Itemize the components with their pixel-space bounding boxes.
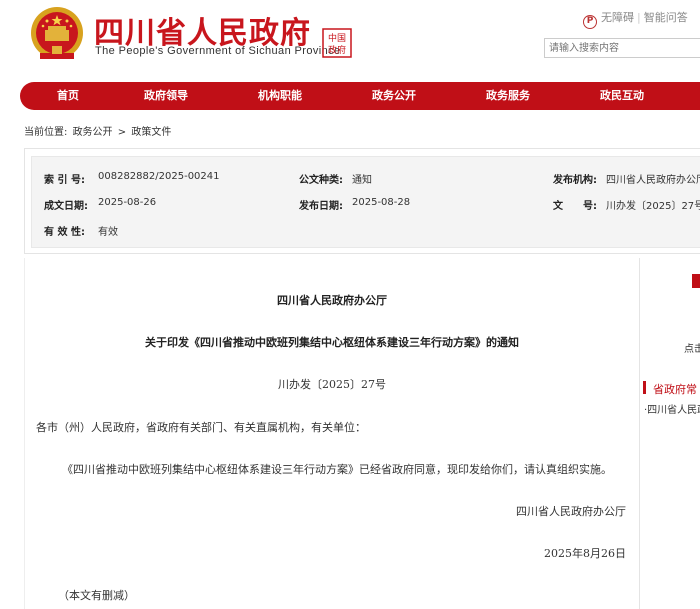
meta-publisher-label: 发布机构: (553, 175, 597, 186)
meta-written-label: 成文日期: (44, 201, 88, 212)
seal-text-top: 中国 (328, 32, 346, 44)
meta-category-value: 通知 (352, 175, 372, 186)
meta-index-label: 索 引 号: (44, 175, 85, 186)
meta-validity-label: 有 效 性: (44, 227, 85, 238)
nav-item-open-affairs[interactable]: 政务公开 (356, 82, 432, 110)
nav-item-home[interactable]: 首页 (42, 82, 94, 110)
main-nav: 首页 政府领导 机构职能 政务公开 政务服务 政民互动 (20, 82, 700, 110)
nav-item-functions[interactable]: 机构职能 (242, 82, 318, 110)
breadcrumb-separator: > (117, 127, 127, 138)
site-subtitle: The People's Government of Sichuan Provi… (95, 45, 341, 57)
link-divider: | (637, 11, 641, 24)
meta-docno-label: 文 号: (553, 201, 597, 212)
smart-qa-link[interactable]: 智能问答 (644, 11, 688, 24)
nav-item-leaders[interactable]: 政府领导 (128, 82, 204, 110)
accessibility-link[interactable]: 无障碍 (601, 11, 634, 24)
meta-publisher-value: 四川省人民政府办公厅 (606, 175, 700, 186)
sidebar-link[interactable]: ·四川省人民政 (644, 401, 700, 416)
top-links: P 无障碍 | 智能问答 (583, 9, 700, 29)
breadcrumb-item-policy-docs[interactable]: 政策文件 (131, 127, 171, 138)
doc-note: （本文有删减） (58, 589, 135, 602)
meta-written-value: 2025-08-26 (98, 197, 157, 208)
meta-index-value: 008282882/2025-00241 (98, 171, 220, 182)
seal-text-bottom: 政府 (328, 44, 346, 56)
meta-published-value: 2025-08-28 (352, 197, 411, 208)
sidebar-red-marker (692, 274, 700, 288)
nav-item-services[interactable]: 政务服务 (470, 82, 546, 110)
nav-item-interaction[interactable]: 政民互动 (584, 82, 660, 110)
breadcrumb-label: 当前位置: (24, 127, 68, 138)
meta-docno-value: 川办发〔2025〕27号 (606, 201, 700, 212)
doc-signature: 四川省人民政府办公厅 (516, 505, 626, 518)
doc-body-paragraph: 《四川省推动中欧班列集结中心枢纽体系建设三年行动方案》已经省政府同意，现印发给你… (62, 463, 612, 476)
seal-logo-icon: 中国 政府 (322, 28, 352, 58)
doc-number: 川办发〔2025〕27号 (278, 378, 386, 391)
doc-date: 2025年8月26日 (544, 547, 626, 560)
doc-title: 关于印发《四川省推动中欧班列集结中心枢纽体系建设三年行动方案》的通知 (145, 336, 519, 349)
sidebar-section-title: 省政府常 (653, 383, 697, 396)
site-header: 四川省人民政府 The People's Government of Sichu… (0, 0, 700, 80)
accessibility-icon[interactable]: P (583, 15, 597, 29)
meta-category-label: 公文种类: (299, 175, 343, 186)
breadcrumb-item-open-affairs[interactable]: 政务公开 (73, 127, 113, 138)
right-sidebar (640, 258, 700, 609)
meta-published-label: 发布日期: (299, 201, 343, 212)
meta-validity-value: 有效 (98, 227, 118, 238)
breadcrumb: 当前位置: 政务公开 > 政策文件 (24, 123, 173, 138)
doc-recipients: 各市（州）人民政府，省政府有关部门、有关直属机构，有关单位： (36, 421, 366, 434)
sidebar-section-accent (643, 381, 646, 394)
doc-issuer: 四川省人民政府办公厅 (277, 294, 387, 307)
sidebar-click-text[interactable]: 点击 (684, 340, 700, 355)
national-emblem-icon[interactable] (28, 6, 86, 64)
search-input[interactable] (544, 38, 700, 58)
